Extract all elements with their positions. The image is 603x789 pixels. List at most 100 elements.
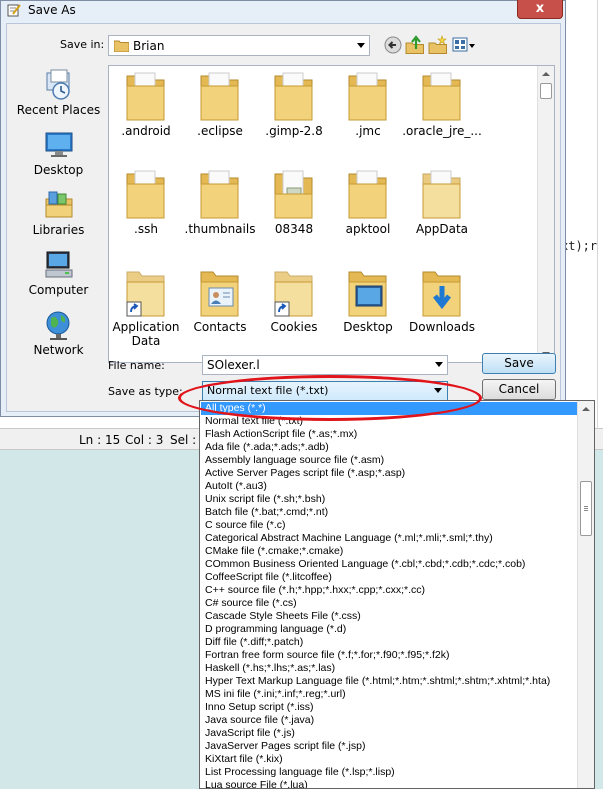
file-item[interactable]: Downloads [405, 262, 479, 354]
dropdown-option[interactable]: Batch file (*.bat;*.cmd;*.nt) [201, 506, 577, 519]
dropdown-option[interactable]: COmmon Business Oriented Language (*.cbl… [201, 558, 577, 571]
downloads-folder-icon [422, 271, 461, 317]
folder-icon [114, 40, 129, 52]
places-bar: Recent Places Desktop Libraries Computer… [13, 65, 104, 365]
dropdown-option[interactable]: Categorical Abstract Machine Language (*… [201, 532, 577, 545]
dropdown-option[interactable]: Inno Setup script (*.iss) [201, 701, 577, 714]
close-button[interactable]: x [517, 0, 563, 19]
file-item[interactable]: .android [109, 66, 183, 158]
file-item[interactable]: .ssh [109, 164, 183, 256]
file-label: Application Data [112, 320, 180, 348]
dropdown-option[interactable]: JavaServer Pages script file (*.jsp) [201, 740, 577, 753]
dropdown-option[interactable]: CoffeeScript file (*.litcoffee) [201, 571, 577, 584]
dropdown-option[interactable]: Unix script file (*.sh;*.bsh) [201, 493, 577, 506]
dropdown-option[interactable]: Diff file (*.diff;*.patch) [201, 636, 577, 649]
file-item[interactable]: .jmc [331, 66, 405, 158]
scroll-up-icon[interactable] [542, 72, 550, 76]
dropdown-option[interactable]: List Processing language file (*.lsp;*.l… [201, 766, 577, 779]
recent-places-icon [46, 69, 70, 100]
scroll-up-icon[interactable] [582, 407, 590, 411]
view-menu-icon[interactable] [452, 35, 476, 55]
scroll-thumb[interactable] [540, 83, 552, 99]
place-label: Desktop [33, 163, 84, 177]
savetype-dropdown-list[interactable]: All types (*.*) Normal text file (*.txt) F… [199, 400, 595, 789]
file-item[interactable]: .oracle_jre_... [402, 66, 482, 158]
dropdown-option[interactable]: Ada file (*.ada;*.ads;*.adb) [201, 441, 577, 454]
dropdown-option[interactable]: KiXtart file (*.kix) [201, 753, 577, 766]
dropdown-option[interactable]: CMake file (*.cmake;*.cmake) [201, 545, 577, 558]
file-list-view[interactable]: .android .eclipse .gimp-2.8 .jmc .oracle… [108, 65, 555, 363]
place-desktop[interactable]: Desktop [13, 125, 104, 185]
file-item[interactable]: Contacts [183, 262, 257, 354]
save-in-label: Save in: [60, 38, 105, 51]
back-icon[interactable] [383, 35, 403, 55]
filename-input[interactable]: SOlexer.l [202, 355, 448, 375]
cancel-button[interactable]: Cancel [482, 379, 556, 400]
place-network[interactable]: Network [13, 305, 104, 365]
file-item[interactable]: 08348 [257, 164, 331, 256]
dropdown-option[interactable]: Hyper Text Markup Language file (*.html;… [201, 675, 577, 688]
dropdown-option[interactable]: Flash ActionScript file (*.as;*.mx) [201, 428, 577, 441]
place-computer[interactable]: Computer [13, 245, 104, 305]
save-button[interactable]: Save [482, 353, 556, 374]
dropdown-option[interactable]: Fortran free form source file (*.f;*.for… [201, 649, 577, 662]
folder-icon [126, 170, 165, 219]
file-label: .thumbnails [184, 222, 256, 236]
save-in-value: Brian [133, 39, 165, 53]
file-item[interactable]: .thumbnails [183, 164, 257, 256]
folder-icon [348, 72, 387, 121]
dropdown-option[interactable]: C# source file (*.cs) [201, 597, 577, 610]
status-column: Col : 3 [125, 433, 164, 447]
filename-label: File name: [108, 359, 165, 372]
scroll-thumb[interactable] [580, 481, 592, 536]
save-as-dialog: Save As x Save in: Brian Recent Places D… [0, 0, 566, 417]
file-item[interactable]: Application Data [109, 262, 183, 354]
folder-icon [348, 170, 387, 219]
new-folder-icon[interactable] [428, 35, 448, 55]
dropdown-option[interactable]: Active Server Pages script file (*.asp;*… [201, 467, 577, 480]
dropdown-option[interactable]: Haskell (*.hs;*.lhs;*.as;*.las) [201, 662, 577, 675]
file-label: AppData [415, 222, 469, 236]
desktop-folder-icon [348, 271, 387, 317]
dialog-body: Save in: Brian Recent Places Desktop Lib… [6, 23, 561, 412]
save-in-combo[interactable]: Brian [108, 35, 370, 56]
file-label: 08348 [274, 222, 314, 236]
file-label: .ssh [134, 222, 158, 236]
network-icon [46, 311, 70, 340]
dropdown-option[interactable]: Java source file (*.java) [201, 714, 577, 727]
code-fragment: xt);r [561, 239, 598, 253]
chevron-down-icon [357, 43, 365, 48]
file-item[interactable]: Desktop [331, 262, 405, 354]
title-bar[interactable]: Save As x [1, 0, 565, 21]
file-label: Contacts [193, 320, 247, 334]
file-item[interactable]: Cookies [257, 262, 331, 354]
dropdown-option[interactable]: JavaScript file (*.js) [201, 727, 577, 740]
place-recent-places[interactable]: Recent Places [13, 65, 104, 125]
dropdown-scrollbar[interactable] [577, 401, 594, 788]
dropdown-option[interactable]: MS ini file (*.ini;*.inf;*.reg;*.url) [201, 688, 577, 701]
up-folder-icon[interactable] [405, 35, 425, 55]
dropdown-option[interactable]: C++ source file (*.h;*.hpp;*.hxx;*.cpp;*… [201, 584, 577, 597]
file-label: apktool [345, 222, 391, 236]
file-item[interactable]: AppData [405, 164, 479, 256]
dropdown-option[interactable]: Lua source File (*.lua) [201, 779, 577, 788]
folder-icon [274, 72, 313, 121]
dropdown-option[interactable]: AutoIt (*.au3) [201, 480, 577, 493]
place-label: Network [33, 343, 84, 357]
place-libraries[interactable]: Libraries [13, 185, 104, 245]
chevron-down-icon[interactable] [435, 362, 443, 367]
window-title: Save As [28, 3, 76, 17]
file-list-scrollbar[interactable] [537, 66, 554, 362]
dropdown-option[interactable]: Cascade Style Sheets File (*.css) [201, 610, 577, 623]
folder-icon [422, 72, 461, 121]
shortcut-folder-icon [126, 271, 165, 317]
file-label: Downloads [409, 320, 475, 334]
dropdown-option[interactable]: C source file (*.c) [201, 519, 577, 532]
dropdown-option[interactable]: D programming language (*.d) [201, 623, 577, 636]
editor-edge-line [597, 0, 598, 428]
file-item[interactable]: apktool [331, 164, 405, 256]
file-item[interactable]: .eclipse [183, 66, 257, 158]
file-item[interactable]: .gimp-2.8 [257, 66, 331, 158]
dropdown-option[interactable]: Assembly language source file (*.asm) [201, 454, 577, 467]
folder-icon [422, 170, 461, 219]
